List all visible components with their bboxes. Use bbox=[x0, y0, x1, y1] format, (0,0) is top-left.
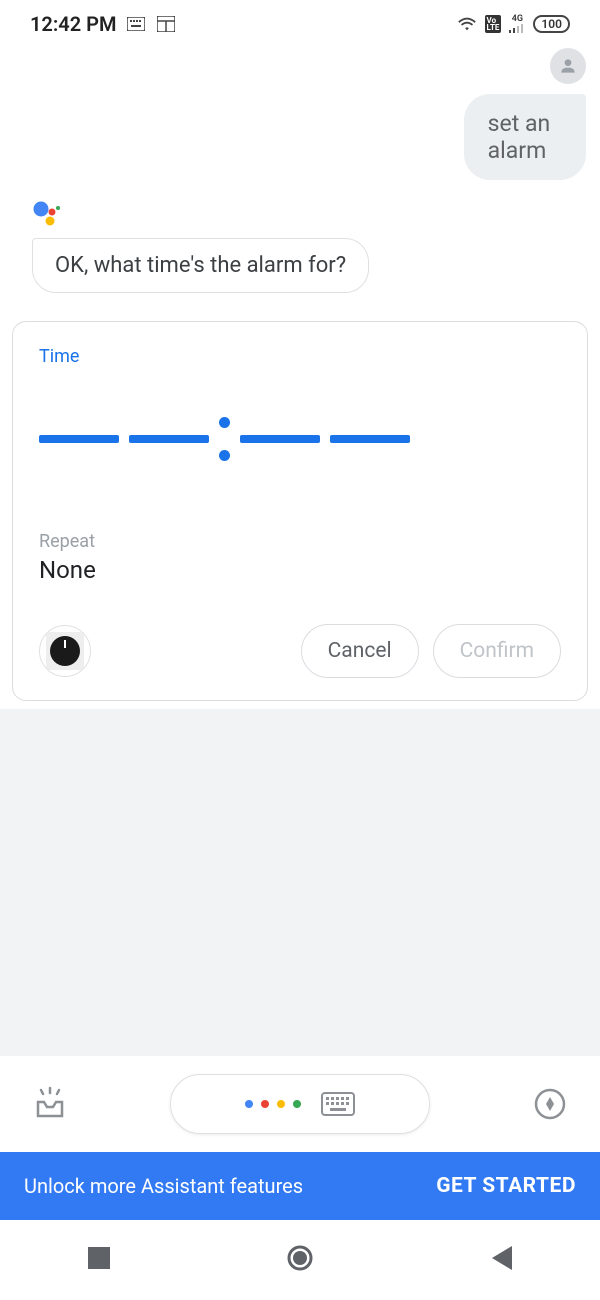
banner-text: Unlock more Assistant features bbox=[24, 1174, 303, 1198]
assistant-input-bar bbox=[0, 1056, 600, 1152]
clock-app-icon[interactable] bbox=[39, 625, 91, 677]
nav-back-button[interactable] bbox=[490, 1246, 512, 1274]
content-background bbox=[0, 709, 600, 1056]
system-nav-bar bbox=[0, 1220, 600, 1300]
explore-icon[interactable] bbox=[528, 1082, 572, 1126]
repeat-label: Repeat bbox=[39, 531, 561, 552]
hour-digit-1[interactable] bbox=[39, 435, 119, 443]
user-avatar[interactable] bbox=[550, 48, 586, 84]
keyboard-status-icon bbox=[126, 14, 146, 34]
time-input-row[interactable] bbox=[39, 417, 561, 461]
status-left: 12:42 PM bbox=[30, 12, 176, 36]
conversation-area: set an alarm OK, what time's the alarm f… bbox=[0, 48, 600, 293]
status-time: 12:42 PM bbox=[30, 12, 116, 36]
minute-digit-1[interactable] bbox=[240, 435, 320, 443]
nav-recent-button[interactable] bbox=[88, 1247, 110, 1273]
status-bar: 12:42 PM VoLTE 4G 100 bbox=[0, 0, 600, 48]
signal-4g-icon: 4G bbox=[509, 15, 525, 33]
voice-input-pill[interactable] bbox=[170, 1074, 430, 1134]
get-started-button[interactable]: GET STARTED bbox=[436, 1174, 576, 1198]
assistant-message-bubble: OK, what time's the alarm for? bbox=[32, 238, 369, 293]
confirm-button[interactable]: Confirm bbox=[433, 624, 561, 678]
card-action-row: Cancel Confirm bbox=[39, 624, 561, 678]
time-colon bbox=[219, 417, 230, 461]
keyboard-input-icon[interactable] bbox=[321, 1092, 355, 1116]
status-right: VoLTE 4G 100 bbox=[457, 14, 570, 34]
alarm-setup-card: Time Repeat None Cancel Confirm bbox=[12, 321, 588, 701]
promo-banner: Unlock more Assistant features GET START… bbox=[0, 1152, 600, 1220]
volte-icon: VoLTE bbox=[485, 15, 502, 33]
app-status-icon bbox=[156, 14, 176, 34]
nav-home-button[interactable] bbox=[285, 1243, 315, 1277]
wifi-icon bbox=[457, 14, 477, 34]
assistant-logo-icon bbox=[32, 198, 586, 232]
minute-digit-2[interactable] bbox=[330, 435, 410, 443]
cancel-button[interactable]: Cancel bbox=[301, 624, 419, 678]
battery-indicator: 100 bbox=[533, 15, 570, 33]
user-message-bubble: set an alarm bbox=[464, 94, 586, 180]
card-title: Time bbox=[39, 346, 561, 367]
updates-tray-icon[interactable] bbox=[28, 1082, 72, 1126]
assistant-dots-icon[interactable] bbox=[245, 1100, 301, 1108]
repeat-value[interactable]: None bbox=[39, 556, 561, 584]
user-message-row: set an alarm bbox=[14, 58, 586, 180]
hour-digit-2[interactable] bbox=[129, 435, 209, 443]
